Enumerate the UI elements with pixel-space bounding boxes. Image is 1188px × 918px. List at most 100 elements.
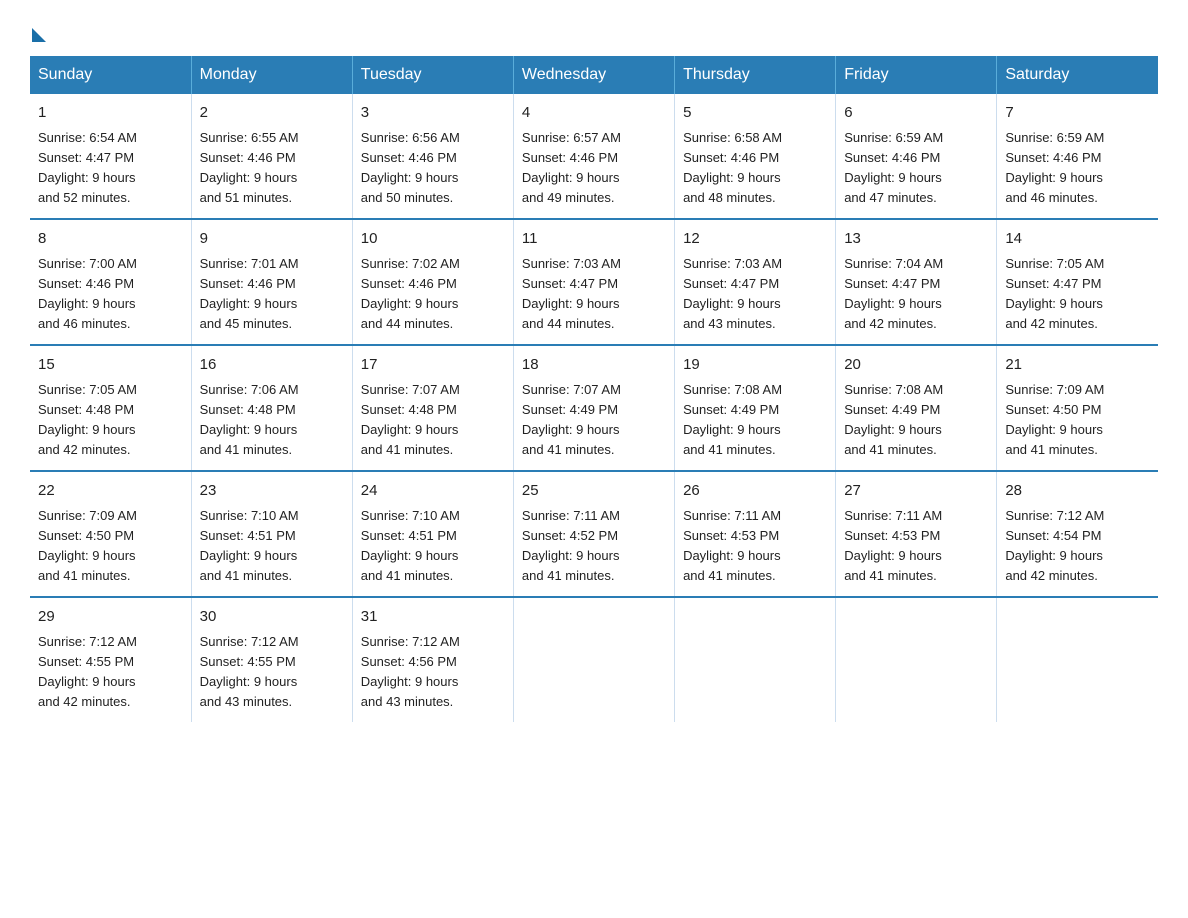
calendar-week-row: 15 Sunrise: 7:05 AMSunset: 4:48 PMDayligh… [30,345,1158,471]
day-info: Sunrise: 7:09 AMSunset: 4:50 PMDaylight:… [1005,380,1150,461]
day-number: 20 [844,354,988,377]
day-info: Sunrise: 7:03 AMSunset: 4:47 PMDaylight:… [683,254,827,335]
day-info: Sunrise: 7:02 AMSunset: 4:46 PMDaylight:… [361,254,505,335]
day-info: Sunrise: 7:01 AMSunset: 4:46 PMDaylight:… [200,254,344,335]
day-info: Sunrise: 7:00 AMSunset: 4:46 PMDaylight:… [38,254,183,335]
day-number: 14 [1005,228,1150,251]
calendar-cell: 12 Sunrise: 7:03 AMSunset: 4:47 PMDayligh… [675,219,836,345]
day-number: 19 [683,354,827,377]
day-number: 2 [200,102,344,125]
logo-arrow-icon [32,28,46,42]
day-number: 23 [200,480,344,503]
calendar-cell: 23Sunrise: 7:10 AMSunset: 4:51 PMDayligh… [191,471,352,597]
column-header-saturday: Saturday [997,56,1158,94]
column-header-monday: Monday [191,56,352,94]
calendar-cell [997,597,1158,722]
calendar-cell: 27 Sunrise: 7:11 AMSunset: 4:53 PMDayligh… [836,471,997,597]
day-info: Sunrise: 6:57 AMSunset: 4:46 PMDaylight:… [522,128,666,209]
day-info: Sunrise: 7:12 AMSunset: 4:55 PMDaylight:… [200,632,344,713]
calendar-cell: 7 Sunrise: 6:59 AMSunset: 4:46 PMDaylight… [997,94,1158,219]
day-number: 25 [522,480,666,503]
header-row: SundayMondayTuesdayWednesdayThursdayFrid… [30,56,1158,94]
column-header-tuesday: Tuesday [352,56,513,94]
day-number: 7 [1005,102,1150,125]
day-number: 24 [361,480,505,503]
day-info: Sunrise: 6:59 AMSunset: 4:46 PMDaylight:… [844,128,988,209]
column-header-sunday: Sunday [30,56,191,94]
day-number: 11 [522,228,666,251]
day-info: Sunrise: 7:05 AMSunset: 4:48 PMDaylight:… [38,380,183,461]
calendar-cell [836,597,997,722]
calendar-week-row: 1 Sunrise: 6:54 AMSunset: 4:47 PMDaylight… [30,94,1158,219]
calendar-cell: 5Sunrise: 6:58 AMSunset: 4:46 PMDaylight… [675,94,836,219]
day-info: Sunrise: 6:56 AMSunset: 4:46 PMDaylight:… [361,128,505,209]
day-number: 17 [361,354,505,377]
day-number: 30 [200,606,344,629]
calendar-cell: 25 Sunrise: 7:11 AMSunset: 4:52 PMDayligh… [513,471,674,597]
calendar-table: SundayMondayTuesdayWednesdayThursdayFrid… [30,56,1158,722]
day-number: 1 [38,102,183,125]
day-info: Sunrise: 7:08 AMSunset: 4:49 PMDaylight:… [844,380,988,461]
calendar-cell: 20 Sunrise: 7:08 AMSunset: 4:49 PMDayligh… [836,345,997,471]
day-number: 18 [522,354,666,377]
day-number: 8 [38,228,183,251]
day-info: Sunrise: 7:11 AMSunset: 4:53 PMDaylight:… [844,506,988,587]
day-info: Sunrise: 7:06 AMSunset: 4:48 PMDaylight:… [200,380,344,461]
calendar-header: SundayMondayTuesdayWednesdayThursdayFrid… [30,56,1158,94]
day-info: Sunrise: 7:12 AMSunset: 4:55 PMDaylight:… [38,632,183,713]
calendar-cell: 26 Sunrise: 7:11 AMSunset: 4:53 PMDayligh… [675,471,836,597]
calendar-cell: 22 Sunrise: 7:09 AMSunset: 4:50 PMDayligh… [30,471,191,597]
day-info: Sunrise: 7:09 AMSunset: 4:50 PMDaylight:… [38,506,183,587]
day-info: Sunrise: 7:10 AMSunset: 4:51 PMDaylight:… [361,506,505,587]
column-header-thursday: Thursday [675,56,836,94]
calendar-week-row: 29Sunrise: 7:12 AMSunset: 4:55 PMDayligh… [30,597,1158,722]
day-info: Sunrise: 7:11 AMSunset: 4:53 PMDaylight:… [683,506,827,587]
day-info: Sunrise: 7:07 AMSunset: 4:49 PMDaylight:… [522,380,666,461]
page-header [30,20,1158,38]
day-number: 6 [844,102,988,125]
day-number: 27 [844,480,988,503]
calendar-cell: 21 Sunrise: 7:09 AMSunset: 4:50 PMDayligh… [997,345,1158,471]
calendar-cell: 13Sunrise: 7:04 AMSunset: 4:47 PMDayligh… [836,219,997,345]
day-info: Sunrise: 7:12 AMSunset: 4:54 PMDaylight:… [1005,506,1150,587]
calendar-cell: 6 Sunrise: 6:59 AMSunset: 4:46 PMDaylight… [836,94,997,219]
day-info: Sunrise: 6:54 AMSunset: 4:47 PMDaylight:… [38,128,183,209]
day-number: 28 [1005,480,1150,503]
calendar-cell: 3Sunrise: 6:56 AMSunset: 4:46 PMDaylight… [352,94,513,219]
day-info: Sunrise: 6:59 AMSunset: 4:46 PMDaylight:… [1005,128,1150,209]
calendar-cell: 17 Sunrise: 7:07 AMSunset: 4:48 PMDayligh… [352,345,513,471]
calendar-cell: 14 Sunrise: 7:05 AMSunset: 4:47 PMDayligh… [997,219,1158,345]
day-info: Sunrise: 7:12 AMSunset: 4:56 PMDaylight:… [361,632,505,713]
day-number: 21 [1005,354,1150,377]
day-number: 31 [361,606,505,629]
calendar-cell: 11 Sunrise: 7:03 AMSunset: 4:47 PMDayligh… [513,219,674,345]
day-info: Sunrise: 7:05 AMSunset: 4:47 PMDaylight:… [1005,254,1150,335]
calendar-week-row: 8 Sunrise: 7:00 AMSunset: 4:46 PMDaylight… [30,219,1158,345]
calendar-cell: 30 Sunrise: 7:12 AMSunset: 4:55 PMDayligh… [191,597,352,722]
day-number: 12 [683,228,827,251]
day-info: Sunrise: 7:11 AMSunset: 4:52 PMDaylight:… [522,506,666,587]
day-number: 15 [38,354,183,377]
day-number: 13 [844,228,988,251]
calendar-cell: 1 Sunrise: 6:54 AMSunset: 4:47 PMDaylight… [30,94,191,219]
calendar-cell: 15 Sunrise: 7:05 AMSunset: 4:48 PMDayligh… [30,345,191,471]
calendar-week-row: 22 Sunrise: 7:09 AMSunset: 4:50 PMDayligh… [30,471,1158,597]
calendar-cell: 31 Sunrise: 7:12 AMSunset: 4:56 PMDayligh… [352,597,513,722]
day-number: 26 [683,480,827,503]
calendar-cell [675,597,836,722]
day-number: 22 [38,480,183,503]
day-info: Sunrise: 6:55 AMSunset: 4:46 PMDaylight:… [200,128,344,209]
calendar-cell: 18 Sunrise: 7:07 AMSunset: 4:49 PMDayligh… [513,345,674,471]
day-info: Sunrise: 7:08 AMSunset: 4:49 PMDaylight:… [683,380,827,461]
calendar-cell: 10 Sunrise: 7:02 AMSunset: 4:46 PMDayligh… [352,219,513,345]
calendar-cell: 28 Sunrise: 7:12 AMSunset: 4:54 PMDayligh… [997,471,1158,597]
calendar-cell: 4Sunrise: 6:57 AMSunset: 4:46 PMDaylight… [513,94,674,219]
day-info: Sunrise: 6:58 AMSunset: 4:46 PMDaylight:… [683,128,827,209]
day-info: Sunrise: 7:07 AMSunset: 4:48 PMDaylight:… [361,380,505,461]
day-info: Sunrise: 7:03 AMSunset: 4:47 PMDaylight:… [522,254,666,335]
calendar-cell: 2 Sunrise: 6:55 AMSunset: 4:46 PMDaylight… [191,94,352,219]
calendar-cell: 8 Sunrise: 7:00 AMSunset: 4:46 PMDaylight… [30,219,191,345]
calendar-cell: 29Sunrise: 7:12 AMSunset: 4:55 PMDayligh… [30,597,191,722]
day-number: 10 [361,228,505,251]
calendar-cell [513,597,674,722]
